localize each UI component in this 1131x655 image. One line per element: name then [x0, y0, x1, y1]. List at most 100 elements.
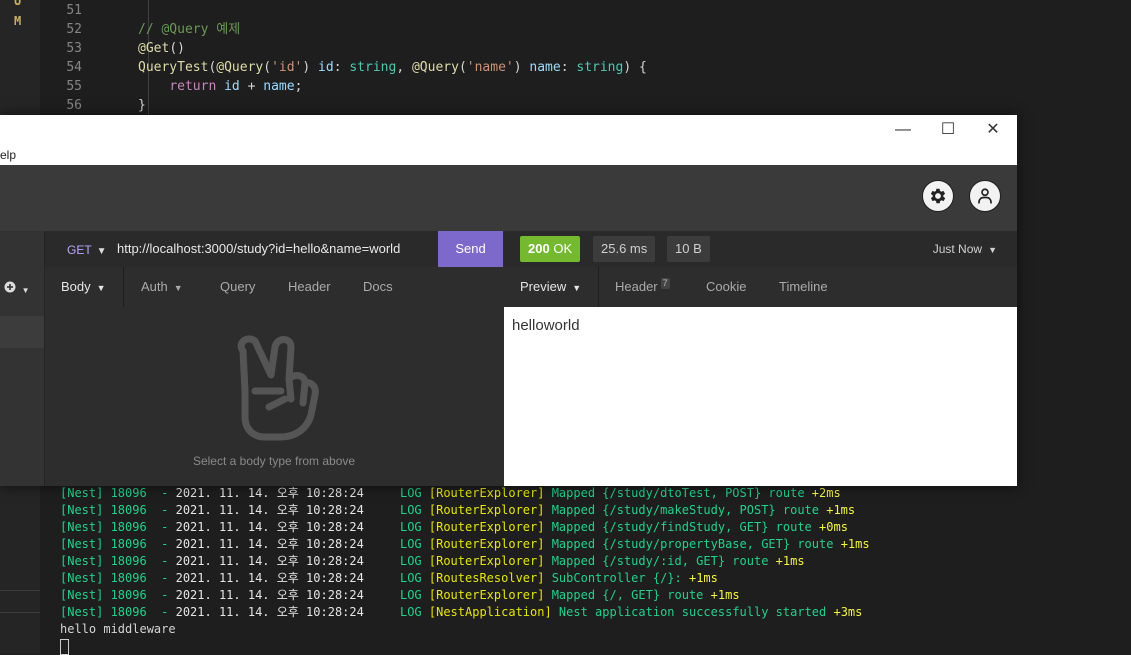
selected-request-item[interactable] — [0, 316, 44, 348]
code-token: 'id' — [271, 60, 303, 75]
log-ctx: [RouterExplorer] — [428, 554, 545, 568]
terminal-panel[interactable]: [Nest] 18096 - 2021. 11. 14. 오후 10:28:24… — [40, 485, 1131, 655]
code-token: , — [396, 60, 412, 75]
terminal-log-line: [Nest] 18096 - 2021. 11. 14. 오후 10:28:24… — [60, 485, 841, 502]
panel-divider — [0, 590, 40, 591]
log-level: LOG — [363, 571, 429, 585]
settings-button[interactable] — [922, 180, 954, 212]
log-ctx: [RouterExplorer] — [428, 503, 545, 517]
status-text: OK — [553, 241, 573, 256]
line-number: 56 — [66, 98, 82, 113]
log-msg: Mapped {/study/propertyBase, GET} route — [544, 537, 841, 551]
log-msg: Mapped {/study/makeStudy, POST} route — [544, 503, 827, 517]
log-prefix: [Nest] 18096 - — [60, 486, 176, 500]
log-date: 2021. 11. 14. 오후 10:28:24 — [175, 503, 364, 517]
app-header — [0, 165, 1017, 231]
request-body-panel: Select a body type from above — [45, 307, 503, 486]
code-token: : — [560, 60, 577, 75]
response-history-dropdown[interactable]: Just Now ▼ — [933, 242, 997, 256]
log-msg: Mapped {/study/dtoTest, POST} route — [544, 486, 812, 500]
code-text: return id + name; — [138, 77, 302, 96]
terminal-log-line: [Nest] 18096 - 2021. 11. 14. 오후 10:28:24… — [60, 536, 870, 553]
tab-response-header-label: Header — [615, 279, 658, 294]
log-level: LOG — [363, 537, 429, 551]
log-ms: +1ms — [775, 554, 805, 568]
tab-header[interactable]: Header — [288, 267, 331, 307]
code-token: @Query — [216, 60, 264, 75]
tab-body[interactable]: Body ▼ — [61, 267, 106, 307]
code-token: name — [263, 79, 295, 94]
code-token: 'name' — [466, 60, 514, 75]
code-editor[interactable]: 51 52// @Query 예제 53 @Get() 54 QueryTest(@Que… — [40, 0, 1131, 115]
code-token: ( — [263, 60, 272, 75]
user-icon — [978, 188, 992, 204]
code-token: QueryTest — [138, 60, 209, 75]
tab-preview-label: Preview — [520, 279, 567, 294]
code-text: // @Query 예제 — [138, 20, 240, 39]
chevron-down-icon: ▼ — [96, 283, 106, 293]
log-level: LOG — [363, 588, 429, 602]
request-tabs: Body ▼ Auth ▼ Query Header Docs — [45, 267, 503, 308]
log-ms: +0ms — [819, 520, 848, 534]
log-date: 2021. 11. 14. 오후 10:28:24 — [175, 520, 364, 534]
send-button[interactable]: Send — [438, 231, 503, 267]
terminal-log-line: [Nest] 18096 - 2021. 11. 14. 오후 10:28:24… — [60, 570, 718, 587]
account-button[interactable] — [969, 180, 1001, 212]
terminal-output-line: hello middleware — [60, 622, 176, 636]
log-date: 2021. 11. 14. 오후 10:28:24 — [175, 486, 364, 500]
tab-cookie[interactable]: Cookie — [706, 267, 746, 307]
log-msg: SubController {/}: — [544, 571, 689, 585]
terminal-log-line: [Nest] 18096 - 2021. 11. 14. 오후 10:28:24… — [60, 502, 855, 519]
maximize-button[interactable]: ☐ — [925, 117, 971, 143]
log-prefix: [Nest] 18096 - — [60, 520, 176, 534]
plus-circle-icon — [4, 281, 16, 293]
code-token: string — [349, 60, 397, 75]
status-code: 200 — [528, 241, 550, 256]
code-token: id — [318, 60, 334, 75]
line-number: 54 — [66, 60, 82, 75]
response-body-text: helloworld — [512, 317, 580, 334]
menu-help[interactable]: elp — [0, 148, 16, 162]
tab-preview[interactable]: Preview ▼ — [520, 267, 581, 307]
add-request-button[interactable]: ▼ — [4, 281, 30, 296]
line-number: 55 — [66, 79, 82, 94]
log-ms: +1ms — [688, 571, 718, 585]
header-count-badge: 7 — [660, 278, 670, 289]
gear-icon — [930, 188, 946, 204]
close-button[interactable]: ✕ — [970, 117, 1016, 143]
terminal-log-line: [Nest] 18096 - 2021. 11. 14. 오후 10:28:24… — [60, 604, 862, 621]
code-token: @Get — [138, 41, 170, 56]
tab-auth[interactable]: Auth ▼ — [141, 267, 183, 307]
log-prefix: [Nest] 18096 - — [60, 554, 176, 568]
method-dropdown[interactable]: GET ▼ — [67, 243, 107, 257]
log-ms: +1ms — [840, 537, 870, 551]
log-date: 2021. 11. 14. 오후 10:28:24 — [175, 605, 364, 619]
terminal-cursor[interactable] — [60, 638, 69, 655]
log-msg: Mapped {/, GET} route — [544, 588, 711, 602]
log-date: 2021. 11. 14. 오후 10:28:24 — [175, 588, 364, 602]
request-sidebar: ▼ — [0, 231, 45, 486]
log-date: 2021. 11. 14. 오후 10:28:24 — [175, 571, 364, 585]
response-bar: 200 OK 25.6 ms 10 B Just Now ▼ — [504, 231, 1017, 268]
tab-response-header[interactable]: Header 7 — [615, 267, 670, 307]
window-titlebar: — ☐ ✕ — [0, 115, 1017, 145]
log-ctx: [RouterExplorer] — [428, 520, 545, 534]
minimize-button[interactable]: — — [880, 117, 926, 143]
code-token: name — [529, 60, 561, 75]
code-token: ( — [458, 60, 467, 75]
url-input[interactable]: http://localhost:3000/study?id=hello&nam… — [117, 241, 400, 256]
terminal-log-line: [Nest] 18096 - 2021. 11. 14. 오후 10:28:24… — [60, 519, 848, 536]
tab-timeline[interactable]: Timeline — [779, 267, 828, 307]
empty-body-message: Select a body type from above — [192, 454, 356, 468]
history-label: Just Now — [932, 242, 983, 256]
log-ctx: [RouterExplorer] — [428, 486, 545, 500]
tab-docs[interactable]: Docs — [363, 267, 393, 307]
log-ms: +1ms — [826, 503, 856, 517]
code-token: ) — [513, 60, 530, 75]
tab-divider — [598, 267, 599, 307]
log-date: 2021. 11. 14. 오후 10:28:24 — [175, 554, 364, 568]
url-bar: GET ▼ http://localhost:3000/study?id=hell… — [45, 231, 503, 268]
tab-query[interactable]: Query — [220, 267, 255, 307]
log-ctx: [RouterExplorer] — [428, 537, 545, 551]
